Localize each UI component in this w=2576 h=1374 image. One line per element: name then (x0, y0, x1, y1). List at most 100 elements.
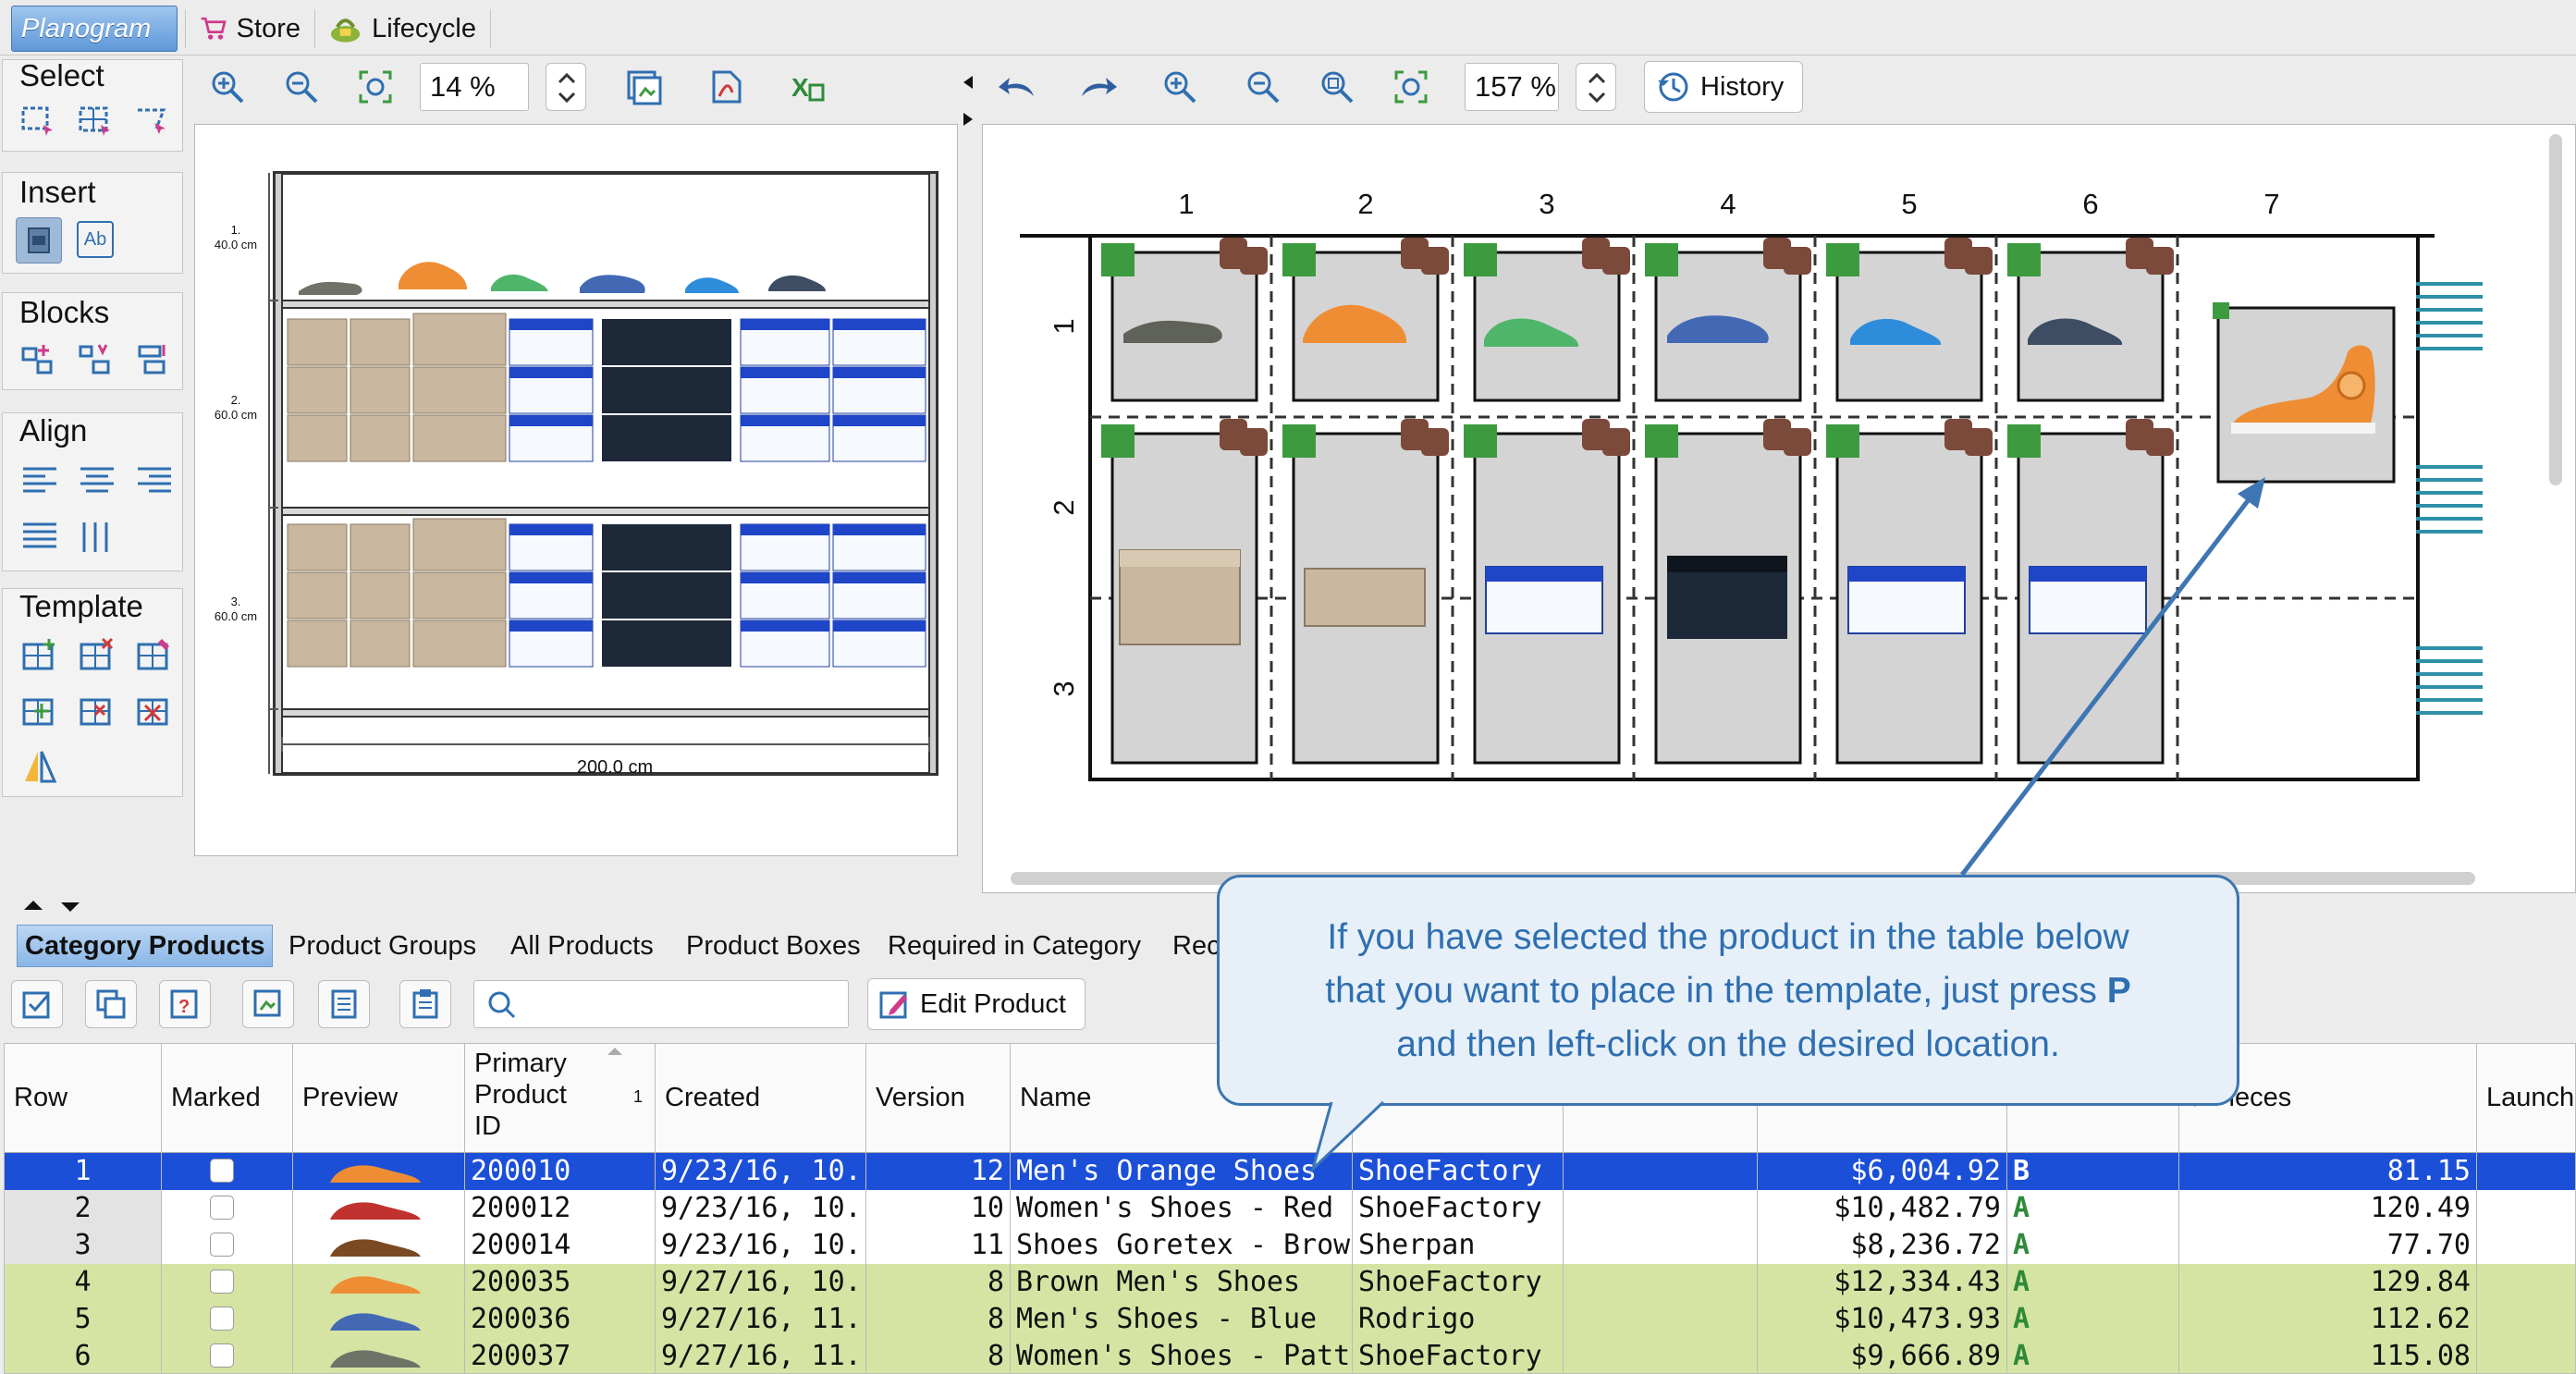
table-row[interactable]: 2 2000129/23/16, 10...10Women's Shoes - R… (5, 1190, 2575, 1227)
tab-lifecycle[interactable]: Lifecycle (319, 6, 485, 52)
marked-checkbox[interactable] (210, 1233, 234, 1257)
table-row[interactable]: 4 2000359/27/16, 10...8Brown Men's ShoesS… (5, 1264, 2575, 1301)
block-add-icon[interactable] (18, 339, 58, 380)
marked-checkbox[interactable] (210, 1343, 234, 1368)
template-mirror-icon[interactable] (19, 746, 60, 787)
marked-checkbox[interactable] (210, 1159, 234, 1183)
table-row[interactable]: 5 2000369/27/16, 11...8Men's Shoes - Blue… (5, 1301, 2575, 1338)
template-editor-panel[interactable]: 1 2 3 4 5 6 7 1 2 3 (982, 124, 2576, 893)
image-button[interactable] (242, 980, 294, 1028)
zoom-reset-button[interactable] (1311, 63, 1363, 111)
tab-all-products[interactable]: All Products (503, 925, 661, 967)
supplier-cell: ShoeFactory (1353, 1264, 1564, 1301)
expand-right-icon[interactable] (962, 113, 975, 126)
template-clear-icon[interactable] (134, 691, 175, 731)
revenue-cell: $9,666.89 (1758, 1338, 2007, 1373)
edit-product-button[interactable]: Edit Product (867, 978, 1086, 1030)
align-right-icon[interactable] (134, 461, 175, 502)
right-zoom-in-button[interactable] (1154, 63, 1206, 111)
left-zoom-field[interactable]: 14 % (420, 63, 529, 111)
left-zoom-stepper[interactable] (546, 63, 586, 111)
align-center-icon[interactable] (77, 461, 117, 502)
col-header-marked[interactable]: Marked (162, 1044, 293, 1153)
insert-text-icon[interactable]: Ab (77, 221, 114, 258)
search-input[interactable] (473, 980, 849, 1028)
export-image-button[interactable] (618, 63, 669, 111)
col-header-row[interactable]: Row (5, 1044, 162, 1153)
template-delete-row-icon[interactable] (77, 635, 117, 676)
copy-button[interactable] (85, 980, 137, 1028)
template-add-row-icon[interactable] (19, 635, 60, 676)
shoe-thumbnail (330, 1313, 421, 1331)
marked-checkbox[interactable] (210, 1270, 234, 1294)
select-lasso-icon[interactable] (132, 101, 173, 141)
align-left-icon[interactable] (19, 461, 60, 502)
shelf3-num: 3. (230, 595, 241, 608)
col-header-primary-product-id[interactable]: Primary Product ID 1 (465, 1044, 656, 1153)
zoom-out-button[interactable] (276, 63, 327, 111)
align-justify-icon[interactable] (19, 517, 60, 558)
col-header-launch[interactable]: Launch (2477, 1044, 2575, 1153)
right-zoom-field[interactable]: 157 % (1465, 63, 1559, 111)
undo-button[interactable] (991, 63, 1043, 111)
table-row[interactable]: 6 2000379/27/16, 11...8Women's Shoes - Pa… (5, 1338, 2575, 1373)
tab-required-in-category[interactable]: Required in Category (880, 925, 1148, 967)
col-header-version-label: Version (876, 1083, 965, 1112)
version-cell: 10 (866, 1190, 1011, 1227)
select-rect-icon[interactable] (18, 101, 58, 141)
shoe-thumbnail (330, 1276, 421, 1294)
col-header-preview[interactable]: Preview (293, 1044, 465, 1153)
table-row[interactable]: 3 2000149/23/16, 10...11Shoes Goretex - B… (5, 1227, 2575, 1264)
created-cell: 9/23/16, 10... (656, 1227, 866, 1264)
select-grid-icon[interactable] (75, 101, 116, 141)
col-header-version[interactable]: Version (866, 1044, 1011, 1153)
zoom-fit-button[interactable] (350, 63, 401, 111)
sort-ascending-icon (607, 1048, 622, 1055)
tab-planogram[interactable]: Planogram (11, 6, 178, 52)
right-zoom-out-button[interactable] (1237, 63, 1289, 111)
block-split-icon[interactable] (75, 339, 116, 380)
marked-checkbox[interactable] (210, 1196, 234, 1220)
splitter-toggle[interactable] (22, 897, 81, 915)
clipboard-button[interactable] (399, 980, 451, 1028)
template-add-column-icon[interactable] (19, 691, 60, 731)
tab-product-groups[interactable]: Product Groups (281, 925, 484, 967)
export-pdf-button[interactable] (701, 63, 753, 111)
collapse-left-icon[interactable] (962, 76, 975, 89)
planogram-overview-panel[interactable]: 1. 40.0 cm 2. 60.0 cm 3. 60.0 cm 200.0 cm (194, 124, 958, 887)
template-delete-column-icon[interactable] (77, 691, 117, 731)
width-label: 200.0 cm (576, 757, 654, 778)
column-header-2: 2 (1357, 188, 1374, 220)
right-zoom-fit-button[interactable] (1385, 63, 1437, 111)
svg-text:X: X (791, 73, 809, 102)
row-header-1: 1 (1048, 318, 1080, 335)
tab-store[interactable]: Store (190, 6, 310, 52)
lifecycle-icon (330, 18, 361, 43)
tab-category-products[interactable]: Category Products (17, 925, 274, 967)
col-header-created[interactable]: Created (656, 1044, 866, 1153)
template-edit-icon[interactable] (134, 635, 175, 676)
col-header-launch-label: Launch (2486, 1083, 2575, 1112)
zoom-in-button[interactable] (202, 63, 253, 111)
tab-product-boxes[interactable]: Product Boxes (679, 925, 868, 967)
row-number-cell: 3 (5, 1227, 162, 1264)
revenue-cell: $10,482.79 (1758, 1190, 2007, 1227)
help-button[interactable]: ? (159, 980, 211, 1028)
history-button[interactable]: History (1644, 61, 1803, 113)
align-columns-icon[interactable] (77, 517, 117, 558)
template-title: Template (19, 589, 143, 623)
right-zoom-stepper[interactable] (1576, 63, 1616, 111)
row-number-cell: 5 (5, 1301, 162, 1338)
empty-cell (1564, 1227, 1758, 1264)
block-stack-icon[interactable] (132, 339, 173, 380)
insert-shelf-icon[interactable] (16, 217, 62, 264)
table-row[interactable]: 12000109/23/16, 10...12Men's Orange Shoe… (5, 1153, 2575, 1190)
mark-all-button[interactable] (11, 980, 63, 1028)
export-excel-button[interactable]: X (782, 63, 834, 111)
redo-button[interactable] (1073, 63, 1124, 111)
callout-line1: If you have selected the product in the … (1327, 917, 2129, 957)
preview-cell (293, 1190, 465, 1227)
list-button[interactable] (318, 980, 370, 1028)
id-cell: 200012 (465, 1190, 656, 1227)
marked-checkbox[interactable] (210, 1307, 234, 1331)
